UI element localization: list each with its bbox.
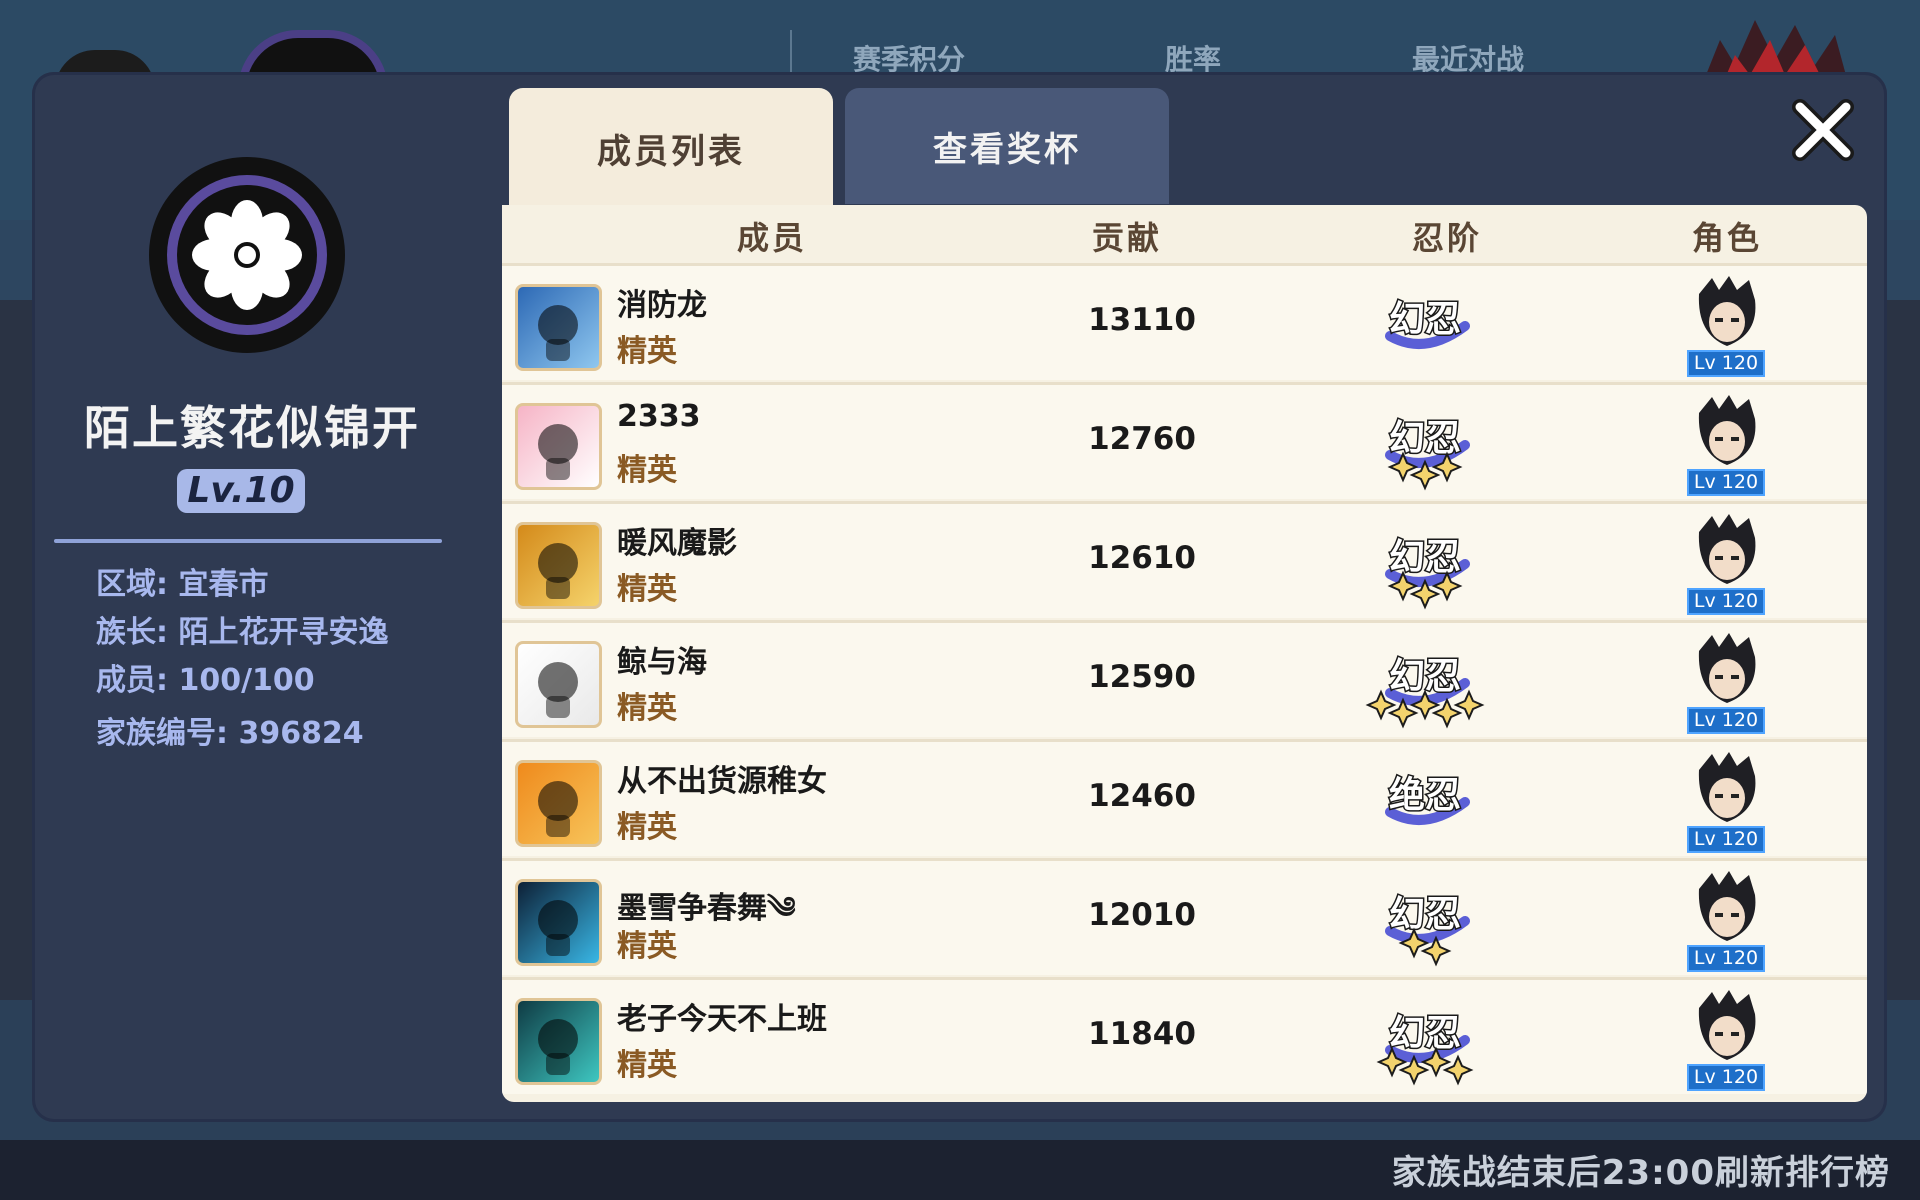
- clan-info-panel: 陌上繁花似锦开 Lv.10 区域: 宜春市 族长: 陌上花开寻安逸 成员: 10…: [32, 72, 472, 1122]
- member-title: 精英: [617, 572, 677, 607]
- clan-level-badge: Lv.10: [177, 469, 305, 513]
- svg-text:绝忍: 绝忍: [1389, 774, 1461, 816]
- table-row[interactable]: 老子今天不上班 精英 11840 幻忍 Lv 120: [502, 977, 1867, 1094]
- clan-region: 区域: 宜春市: [96, 567, 269, 602]
- stickman-avatar-icon[interactable]: [515, 522, 602, 609]
- member-name: 从不出货源稚女: [617, 764, 827, 799]
- header-role: 角色: [1691, 219, 1762, 257]
- table-row[interactable]: 从不出货源稚女 精英 12460 绝忍 Lv 120: [502, 739, 1867, 856]
- clan-leader: 族长: 陌上花开寻安逸: [96, 615, 389, 650]
- table-header: 成员 贡献 忍阶 角色: [502, 205, 1867, 269]
- character-level-label: Lv 120: [1687, 1064, 1765, 1091]
- refresh-notice: 家族战结束后23:00刷新排行榜: [1391, 1153, 1890, 1193]
- member-contribution: 12760: [1088, 421, 1196, 457]
- member-name: 2333: [617, 399, 701, 434]
- ninja-rank-badge-icon: 幻忍: [1350, 871, 1500, 971]
- character-level-label: Lv 120: [1687, 707, 1765, 734]
- hammer-diamond-avatar-icon[interactable]: [515, 760, 602, 847]
- clan-id: 家族编号: 396824: [96, 716, 364, 751]
- silhouette-avatar-icon[interactable]: [515, 641, 602, 728]
- tab-view-trophies[interactable]: 查看奖杯: [845, 88, 1169, 204]
- shadow-dragon-avatar-icon[interactable]: [515, 998, 602, 1085]
- member-name: 鲸与海: [617, 645, 707, 680]
- close-icon[interactable]: [1790, 97, 1856, 163]
- member-contribution: 12590: [1088, 659, 1196, 695]
- member-contribution: 13110: [1088, 302, 1196, 338]
- member-name: 消防龙: [617, 288, 707, 323]
- member-name: 暖风魔影: [617, 526, 737, 561]
- member-title: 精英: [617, 810, 677, 845]
- svg-text:幻忍: 幻忍: [1389, 537, 1461, 578]
- clan-badge: [149, 157, 345, 353]
- character-level-label: Lv 120: [1687, 350, 1765, 377]
- ice-monster-avatar-icon[interactable]: [515, 284, 602, 371]
- ninja-rank-badge-icon: 幻忍: [1350, 514, 1500, 614]
- ninja-rank-badge-icon: 幻忍: [1350, 276, 1500, 376]
- shadow-ninja-avatar-icon[interactable]: [515, 879, 602, 966]
- clan-name: 陌上繁花似锦开: [84, 401, 420, 455]
- clan-member-count: 成员: 100/100: [96, 663, 315, 698]
- ninja-rank-badge-icon: 绝忍: [1350, 752, 1500, 852]
- member-title: 精英: [617, 1048, 677, 1083]
- table-row[interactable]: 2333 精英 12760 幻忍 Lv 120: [502, 382, 1867, 499]
- member-contribution: 11840: [1088, 1016, 1196, 1052]
- header-rank: 忍阶: [1411, 219, 1482, 257]
- table-row[interactable]: 消防龙精英 13110 幻忍 Lv 120: [502, 263, 1867, 380]
- ninja-rank-badge-icon: 幻忍: [1350, 990, 1500, 1090]
- character-level-label: Lv 120: [1687, 469, 1765, 496]
- member-name: 老子今天不上班: [617, 1002, 827, 1037]
- divider: [54, 539, 442, 543]
- ninja-rank-badge-icon: 幻忍: [1350, 395, 1500, 495]
- member-title: 精英: [617, 691, 677, 726]
- svg-text:幻忍: 幻忍: [1389, 894, 1461, 935]
- member-contribution: 12610: [1088, 540, 1196, 576]
- table-row[interactable]: 墨雪争春舞༄ 精英 12010 幻忍 Lv 120: [502, 858, 1867, 975]
- character-level-label: Lv 120: [1687, 826, 1765, 853]
- tab-member-list[interactable]: 成员列表: [509, 88, 833, 208]
- table-row[interactable]: 暖风魔影精英 12610 幻忍 Lv 120: [502, 501, 1867, 618]
- header-member: 成员: [736, 219, 807, 257]
- character-level-label: Lv 120: [1687, 945, 1765, 972]
- member-contribution: 12010: [1088, 897, 1196, 933]
- svg-text:幻忍: 幻忍: [1389, 299, 1461, 340]
- flower-icon: [192, 200, 302, 310]
- header-contribution: 贡献: [1091, 219, 1162, 257]
- member-table: 成员 贡献 忍阶 角色 消防龙精英 13110 幻忍 Lv 120 2333 精英 1276…: [502, 205, 1867, 1102]
- member-title: 精英: [617, 929, 677, 964]
- svg-text:幻忍: 幻忍: [1389, 1013, 1461, 1054]
- ninja-rank-badge-icon: 幻忍: [1350, 633, 1500, 733]
- member-title: 精英: [617, 453, 677, 488]
- bottle-avatar-icon[interactable]: [515, 403, 602, 490]
- character-level-label: Lv 120: [1687, 588, 1765, 615]
- table-row[interactable]: 鲸与海精英 12590 幻忍 Lv 120: [502, 620, 1867, 737]
- member-contribution: 12460: [1088, 778, 1196, 814]
- svg-text:幻忍: 幻忍: [1389, 418, 1461, 459]
- member-title: 精英: [617, 334, 677, 369]
